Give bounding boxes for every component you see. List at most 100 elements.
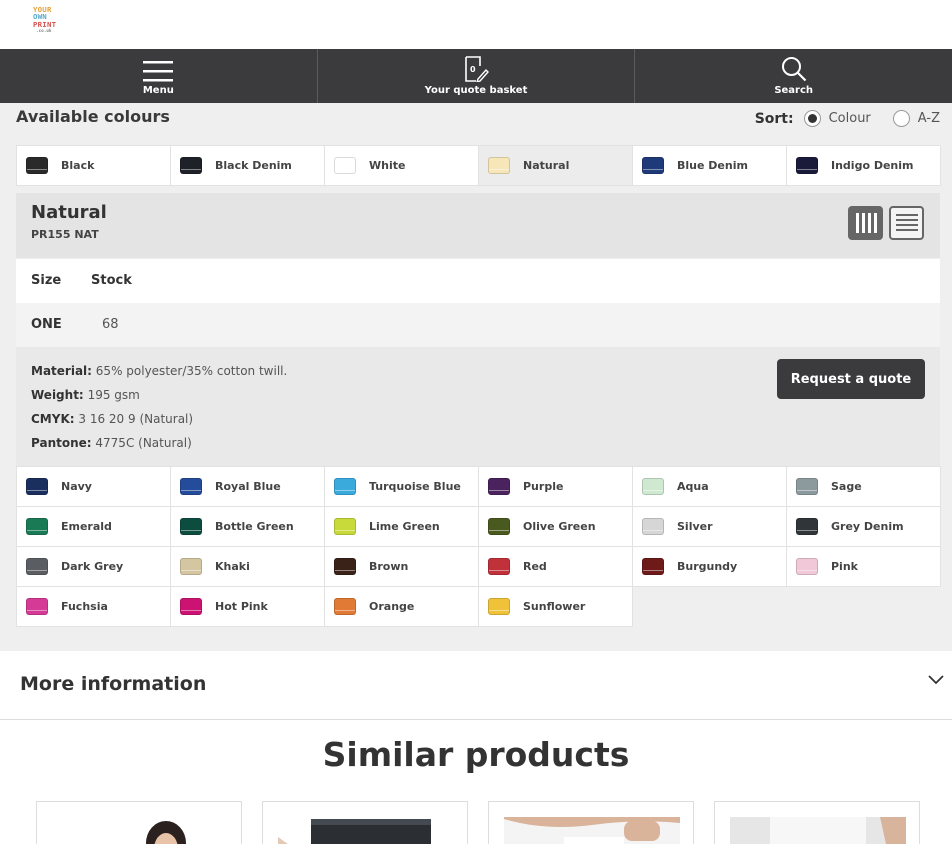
swatch-label: Grey Denim <box>831 520 904 533</box>
basket-icon: 0 <box>465 56 489 82</box>
swatch-label: Turquoise Blue <box>369 480 461 493</box>
search-button[interactable]: Search <box>635 49 952 103</box>
stock-table-header: Size Stock <box>16 259 940 303</box>
swatch-olive-green[interactable]: Olive Green <box>478 506 633 547</box>
logo-domain: .co.uk <box>36 28 52 34</box>
similar-product-card[interactable] <box>488 801 694 844</box>
swatch-black[interactable]: Black <box>16 145 171 186</box>
menu-button[interactable]: Menu <box>0 49 318 103</box>
list-view-button[interactable] <box>889 206 924 240</box>
product-image <box>278 817 452 844</box>
swatch-red[interactable]: Red <box>478 546 633 587</box>
swatch-aqua[interactable]: Aqua <box>632 466 787 507</box>
swatch-label: Silver <box>677 520 713 533</box>
swatch-label: Lime Green <box>369 520 440 533</box>
colour-chip-icon <box>796 157 818 174</box>
request-quote-button[interactable]: Request a quote <box>777 359 925 399</box>
swatch-label: Brown <box>369 560 409 573</box>
swatch-blue-denim[interactable]: Blue Denim <box>632 145 787 186</box>
basket-count: 0 <box>470 65 476 74</box>
swatch-natural[interactable]: Natural <box>478 145 633 186</box>
colour-chip-icon <box>642 478 664 495</box>
grid-view-button[interactable] <box>848 206 883 240</box>
swatch-pink[interactable]: Pink <box>786 546 941 587</box>
swatch-label: Navy <box>61 480 92 493</box>
colour-chip-icon <box>642 157 664 174</box>
colour-chip-icon <box>334 558 356 575</box>
sort-control: Sort: Colour A-Z <box>755 110 940 127</box>
swatch-label: Black Denim <box>215 159 292 172</box>
swatch-bottle-green[interactable]: Bottle Green <box>170 506 325 547</box>
swatch-sage[interactable]: Sage <box>786 466 941 507</box>
more-swatch-grid: Navy Royal Blue Turquoise Blue Purple Aqua Sa… <box>16 466 941 627</box>
swatch-label: Hot Pink <box>215 600 268 613</box>
swatch-fuchsia[interactable]: Fuchsia <box>16 586 171 627</box>
similar-products-heading: Similar products <box>322 735 630 774</box>
swatch-burgundy[interactable]: Burgundy <box>632 546 787 587</box>
colour-chip-icon <box>642 518 664 535</box>
swatch-royal-blue[interactable]: Royal Blue <box>170 466 325 507</box>
swatch-label: Khaki <box>215 560 250 573</box>
product-image <box>730 817 906 844</box>
colour-chip-icon <box>488 478 510 495</box>
colour-chip-icon <box>488 157 510 174</box>
swatch-white[interactable]: White <box>324 145 479 186</box>
swatch-label: Natural <box>523 159 570 172</box>
search-label: Search <box>774 85 814 96</box>
swatch-silver[interactable]: Silver <box>632 506 787 547</box>
colour-chip-icon <box>180 598 202 615</box>
sort-az-label[interactable]: A-Z <box>918 111 940 126</box>
swatch-dark-grey[interactable]: Dark Grey <box>16 546 171 587</box>
quote-basket-button[interactable]: 0 Your quote basket <box>318 49 636 103</box>
swatch-label: Olive Green <box>523 520 596 533</box>
product-image <box>52 817 226 844</box>
colour-chip-icon <box>180 157 202 174</box>
sort-az-radio[interactable] <box>892 110 910 127</box>
swatch-orange[interactable]: Orange <box>324 586 479 627</box>
swatch-label: Fuchsia <box>61 600 108 613</box>
swatch-label: Purple <box>523 480 564 493</box>
spec-material: Material: 65% polyester/35% cotton twill… <box>31 364 288 378</box>
similar-product-card[interactable] <box>262 801 468 844</box>
swatch-purple[interactable]: Purple <box>478 466 633 507</box>
swatch-sunflower[interactable]: Sunflower <box>478 586 633 627</box>
swatch-label: Black <box>61 159 95 172</box>
chevron-down-icon[interactable] <box>928 675 944 685</box>
similar-product-card[interactable] <box>714 801 920 844</box>
swatch-black-denim[interactable]: Black Denim <box>170 145 325 186</box>
colour-chip-icon <box>26 598 48 615</box>
size-value: ONE <box>31 317 62 332</box>
swatch-label: Sage <box>831 480 862 493</box>
swatch-hot-pink[interactable]: Hot Pink <box>170 586 325 627</box>
available-colours-heading: Available colours <box>16 107 170 126</box>
basket-label: Your quote basket <box>424 85 528 96</box>
selected-colour-header: Natural PR155 NAT <box>16 193 940 258</box>
colour-chip-icon <box>26 558 48 575</box>
more-information-accordion[interactable]: More information <box>0 651 952 720</box>
menu-label: Menu <box>142 85 174 96</box>
swatch-lime-green[interactable]: Lime Green <box>324 506 479 547</box>
swatch-turquoise-blue[interactable]: Turquoise Blue <box>324 466 479 507</box>
colour-chip-icon <box>488 518 510 535</box>
main-nav: Menu 0 Your quote basket Search <box>0 49 952 103</box>
swatch-label: Royal Blue <box>215 480 281 493</box>
site-logo[interactable]: YOUR OWN PRINT .co.uk <box>33 6 59 40</box>
search-icon <box>781 57 806 82</box>
stock-value: 68 <box>102 317 119 332</box>
swatch-navy[interactable]: Navy <box>16 466 171 507</box>
colour-chip-icon <box>796 518 818 535</box>
sort-colour-label[interactable]: Colour <box>829 111 871 126</box>
colour-chip-icon <box>334 478 356 495</box>
swatch-brown[interactable]: Brown <box>324 546 479 587</box>
swatch-khaki[interactable]: Khaki <box>170 546 325 587</box>
product-code: PR155 NAT <box>31 228 99 241</box>
swatch-indigo-denim[interactable]: Indigo Denim <box>786 145 941 186</box>
swatch-grey-denim[interactable]: Grey Denim <box>786 506 941 547</box>
columns-icon <box>855 213 877 233</box>
sort-colour-radio[interactable] <box>803 110 821 127</box>
similar-product-card[interactable] <box>36 801 242 844</box>
colour-section: Available colours Sort: Colour A-Z Black… <box>0 103 952 651</box>
swatch-label: Blue Denim <box>677 159 748 172</box>
swatch-emerald[interactable]: Emerald <box>16 506 171 547</box>
swatch-label: Burgundy <box>677 560 738 573</box>
